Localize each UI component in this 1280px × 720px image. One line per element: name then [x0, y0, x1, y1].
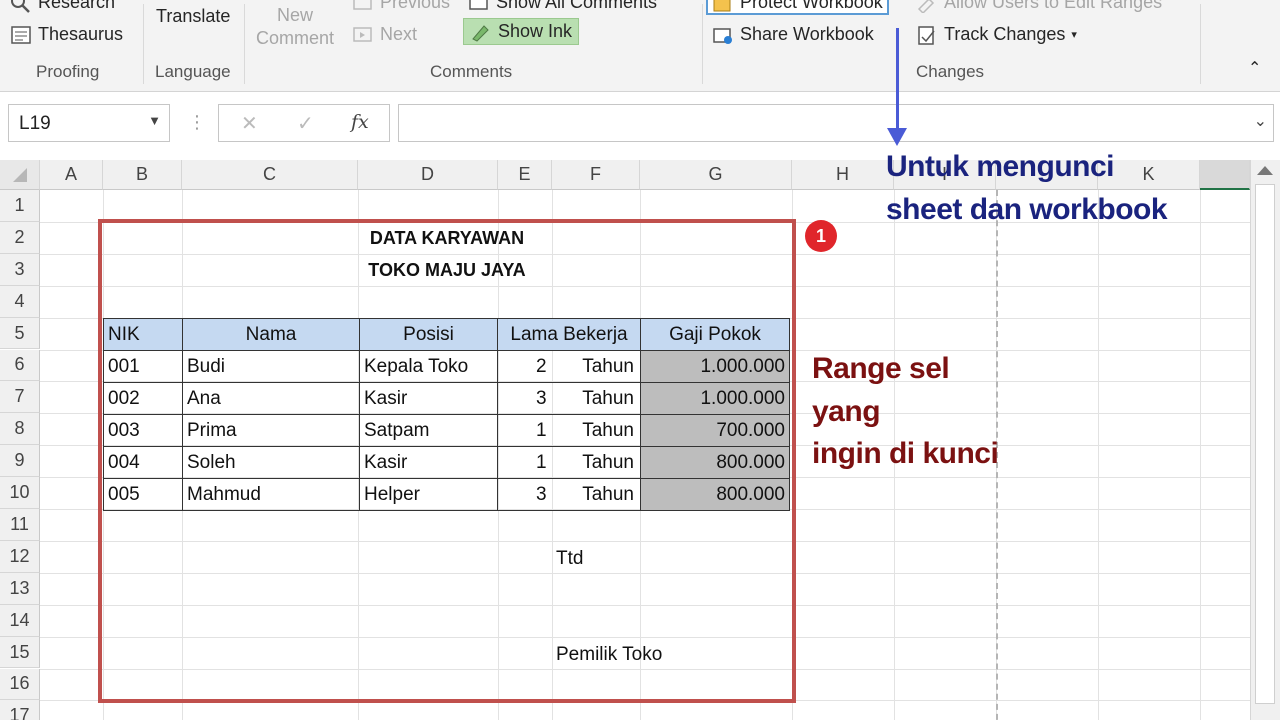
- translate-label: Translate: [156, 6, 231, 26]
- show-all-comments-label: Show All Comments: [496, 0, 658, 12]
- row-header[interactable]: 12: [0, 540, 40, 573]
- column-header[interactable]: [1200, 160, 1250, 190]
- column-gridline: [1098, 190, 1099, 720]
- column-header[interactable]: C: [182, 160, 358, 190]
- protect-workbook-button[interactable]: Protect Workbook: [706, 0, 889, 15]
- group-label-changes: Changes: [916, 62, 985, 81]
- thesaurus-label: Thesaurus: [38, 24, 124, 44]
- allow-users-edit-ranges-button[interactable]: Allow Users to Edit Ranges: [916, 0, 1163, 14]
- formula-bar-grip-icon[interactable]: ⋮: [188, 112, 206, 133]
- previous-comment-label: Previous: [380, 0, 451, 12]
- edit-ranges-icon: [916, 0, 938, 14]
- column-gridline: [1200, 190, 1201, 720]
- column-header[interactable]: B: [103, 160, 182, 190]
- next-comment-button[interactable]: Next: [352, 24, 417, 45]
- new-comment-label-line1: New: [277, 5, 314, 25]
- step-badge: 1: [805, 220, 837, 252]
- protect-workbook-icon: [712, 0, 734, 13]
- formula-input[interactable]: ⌄: [398, 104, 1274, 142]
- row-header[interactable]: 9: [0, 445, 40, 478]
- row-header[interactable]: 15: [0, 636, 40, 669]
- row-header[interactable]: 8: [0, 413, 40, 446]
- show-ink-label: Show Ink: [498, 21, 573, 41]
- row-header[interactable]: 7: [0, 381, 40, 414]
- chevron-up-icon: ⌃: [1248, 60, 1262, 77]
- column-header[interactable]: H: [792, 160, 894, 190]
- vertical-scrollbar[interactable]: [1250, 160, 1280, 720]
- next-comment-label: Next: [380, 24, 418, 44]
- previous-comment-button[interactable]: Previous: [352, 0, 450, 13]
- formula-buttons: ✕ ✓ fx: [218, 104, 390, 142]
- research-icon: [10, 0, 32, 13]
- ribbon-divider: [1200, 4, 1201, 84]
- name-box-value: L19: [19, 113, 51, 134]
- row-header[interactable]: 17: [0, 700, 40, 720]
- insert-function-icon[interactable]: fx: [351, 111, 369, 133]
- track-changes-label: Track Changes: [944, 24, 1066, 44]
- share-workbook-label: Share Workbook: [740, 24, 874, 44]
- range-note-line3: ingin di kunci: [812, 437, 999, 470]
- row-header[interactable]: 1: [0, 190, 40, 222]
- row-header[interactable]: 13: [0, 572, 40, 605]
- group-label-proofing: Proofing: [36, 62, 100, 81]
- cancel-icon[interactable]: ✕: [241, 111, 258, 136]
- row-header[interactable]: 3: [0, 253, 40, 286]
- new-comment-label-line2: Comment: [256, 28, 335, 48]
- ribbon-divider: [143, 4, 144, 84]
- research-label: Research: [38, 0, 116, 12]
- column-header[interactable]: A: [40, 160, 103, 190]
- previous-comment-icon: [352, 0, 374, 13]
- translate-button[interactable]: Translate: [156, 6, 230, 27]
- column-header[interactable]: E: [498, 160, 552, 190]
- lock-note-line2: sheet dan workbook: [886, 193, 1168, 226]
- ribbon-divider: [702, 4, 703, 84]
- thesaurus-icon: [10, 25, 32, 45]
- show-all-comments-icon: [468, 0, 490, 13]
- show-ink-button[interactable]: Show Ink: [463, 18, 580, 45]
- row-header[interactable]: 2: [0, 221, 40, 254]
- expand-formula-bar-icon[interactable]: ⌄: [1254, 111, 1267, 131]
- collapse-ribbon-button[interactable]: ⌃: [1248, 58, 1261, 78]
- column-header[interactable]: G: [640, 160, 792, 190]
- arrow-head-icon: [887, 128, 907, 146]
- share-workbook-icon: [712, 25, 734, 45]
- protect-workbook-label: Protect Workbook: [740, 0, 883, 12]
- column-header[interactable]: D: [358, 160, 498, 190]
- ribbon-divider: [244, 4, 245, 84]
- column-header[interactable]: F: [552, 160, 640, 190]
- next-comment-icon: [352, 25, 374, 45]
- row-header[interactable]: 14: [0, 604, 40, 637]
- excel-window: Research Thesaurus Proofing Translate La…: [0, 0, 1280, 720]
- dropdown-arrow-icon: ▾: [1071, 29, 1077, 41]
- track-changes-button[interactable]: Track Changes ▾: [916, 24, 1077, 45]
- thesaurus-button[interactable]: Thesaurus: [10, 24, 123, 45]
- share-workbook-button[interactable]: Share Workbook: [712, 24, 874, 45]
- row-header[interactable]: 4: [0, 285, 40, 318]
- ink-pen-icon: [470, 22, 492, 42]
- chevron-down-icon[interactable]: ▼: [148, 113, 161, 128]
- group-label-comments: Comments: [430, 62, 513, 81]
- ribbon: Research Thesaurus Proofing Translate La…: [0, 0, 1280, 92]
- annotation-arrow: [896, 28, 899, 134]
- new-comment-button[interactable]: New Comment: [256, 5, 334, 49]
- scroll-up-icon[interactable]: [1257, 166, 1273, 175]
- track-changes-icon: [916, 25, 938, 45]
- research-button[interactable]: Research: [10, 0, 115, 13]
- lock-note-line1: Untuk mengunci: [886, 150, 1115, 183]
- row-header[interactable]: 11: [0, 509, 40, 541]
- locked-range-highlight: [98, 219, 796, 703]
- scroll-thumb[interactable]: [1255, 184, 1275, 704]
- group-label-language: Language: [155, 62, 231, 81]
- show-all-comments-button[interactable]: Show All Comments: [468, 0, 657, 13]
- row-header[interactable]: 6: [0, 349, 40, 382]
- enter-check-icon[interactable]: ✓: [297, 111, 314, 136]
- range-note-line2: yang: [812, 395, 881, 428]
- allow-users-edit-ranges-label: Allow Users to Edit Ranges: [944, 0, 1163, 12]
- row-header[interactable]: 5: [0, 317, 40, 350]
- range-note-line1: Range sel: [812, 352, 950, 385]
- row-header[interactable]: 16: [0, 668, 40, 701]
- name-box[interactable]: L19 ▼: [8, 104, 170, 142]
- select-all-corner[interactable]: [0, 160, 40, 190]
- row-header[interactable]: 10: [0, 477, 40, 509]
